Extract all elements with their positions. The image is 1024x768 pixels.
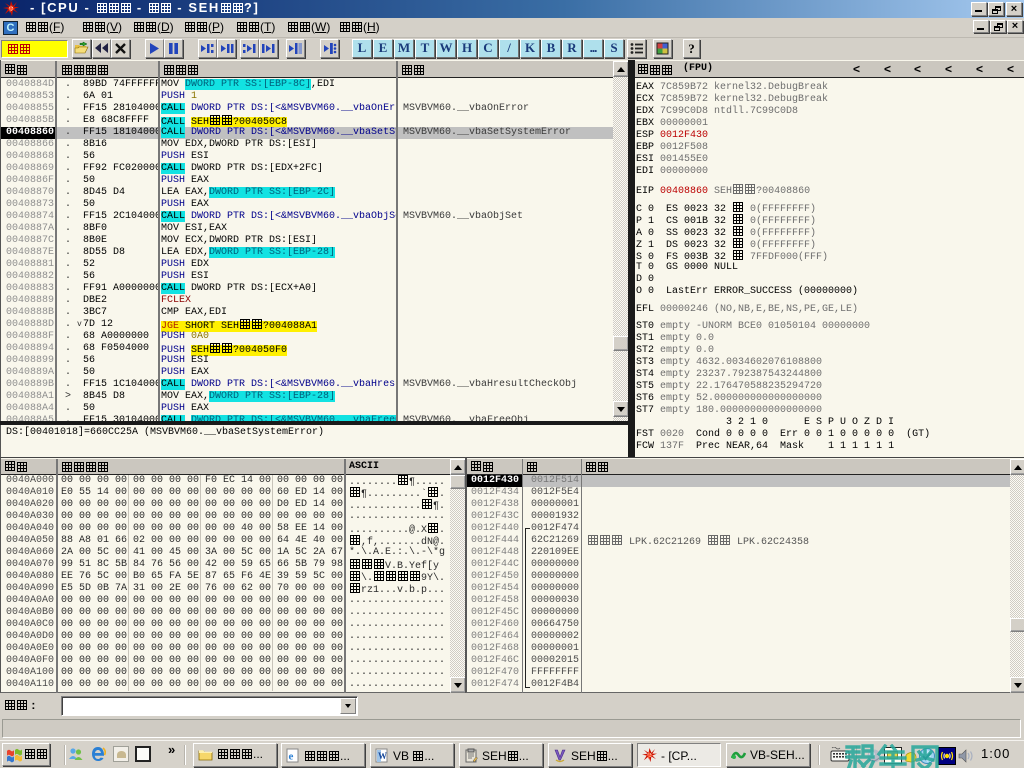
svg-text:W: W: [378, 751, 387, 761]
svg-text:e: e: [289, 751, 294, 763]
